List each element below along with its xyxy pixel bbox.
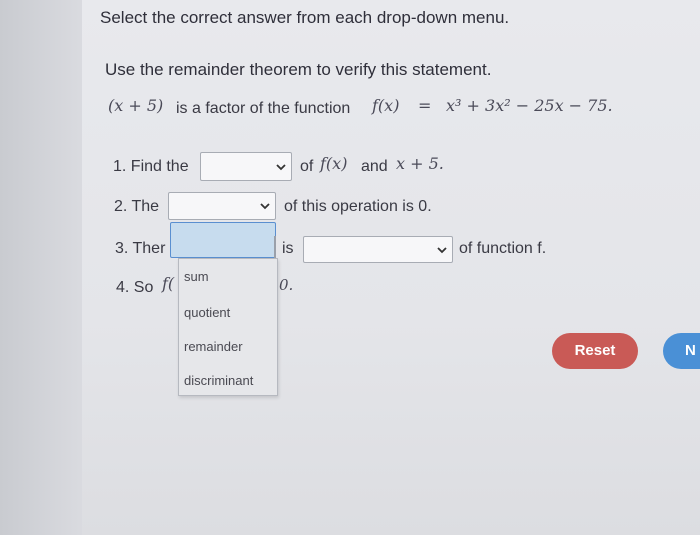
step2-label: 2. The bbox=[114, 198, 160, 215]
step4-label: 4. So bbox=[116, 279, 154, 296]
step4-function: f( bbox=[162, 274, 175, 293]
step1-and: and bbox=[361, 158, 388, 175]
instruction-text: Use the remainder theorem to verify this… bbox=[105, 60, 492, 79]
next-button[interactable]: N bbox=[663, 333, 700, 369]
next-button-label: N bbox=[685, 342, 696, 359]
reset-button[interactable]: Reset bbox=[552, 333, 638, 369]
step3-text: of function f. bbox=[459, 240, 547, 257]
step3-label: 3. Ther bbox=[115, 240, 166, 257]
step1-function: f(x) bbox=[320, 154, 348, 173]
step4-tail: 0. bbox=[279, 276, 294, 294]
question-panel bbox=[82, 0, 700, 535]
statement-text: is a factor of the function bbox=[176, 100, 351, 117]
step2-dropdown[interactable] bbox=[168, 192, 276, 220]
step1-label: 1. Find the bbox=[113, 158, 189, 175]
chevron-down-icon bbox=[437, 246, 447, 253]
step2-text: of this operation is 0. bbox=[284, 198, 432, 215]
dropdown-menu: sum quotient remainder discriminant bbox=[178, 258, 278, 396]
function-name: f(x) bbox=[372, 96, 400, 115]
step1-dropdown[interactable] bbox=[200, 152, 292, 181]
step3-is: is bbox=[282, 240, 294, 257]
dropdown-edge bbox=[274, 236, 276, 258]
screen-edge-shade bbox=[0, 0, 95, 535]
step3-dropdown[interactable] bbox=[303, 236, 453, 263]
option-sum[interactable]: sum bbox=[184, 269, 209, 284]
step3-dropdown-open[interactable] bbox=[170, 222, 276, 258]
option-quotient[interactable]: quotient bbox=[184, 305, 230, 320]
option-remainder[interactable]: remainder bbox=[184, 339, 243, 354]
equals-sign: = bbox=[418, 96, 432, 115]
polynomial-expression: x³ + 3x² − 25x − 75. bbox=[446, 96, 613, 115]
step1-divisor: x + 5. bbox=[396, 154, 444, 173]
question-title: Select the correct answer from each drop… bbox=[100, 8, 510, 27]
chevron-down-icon bbox=[276, 163, 286, 170]
step1-of: of bbox=[300, 158, 314, 175]
option-discriminant[interactable]: discriminant bbox=[184, 373, 253, 388]
chevron-down-icon bbox=[260, 203, 270, 210]
factor-expression: (x + 5) bbox=[108, 96, 164, 115]
